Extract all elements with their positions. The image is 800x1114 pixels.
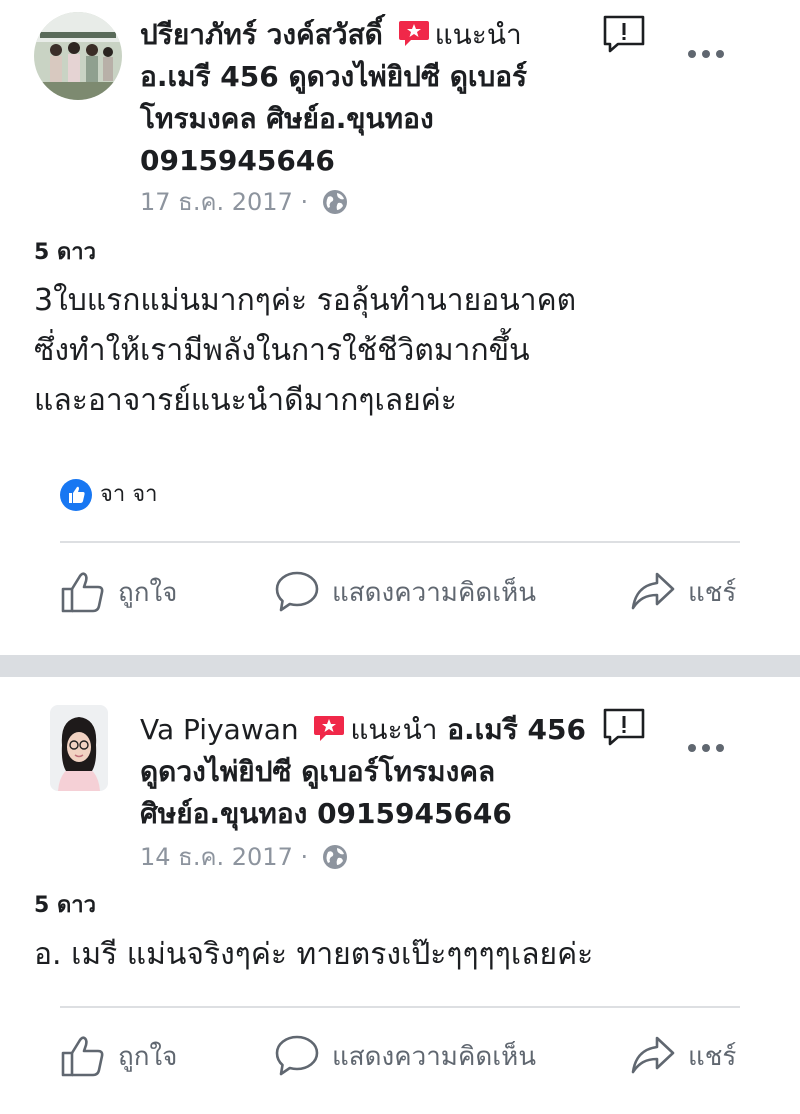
like-reaction-icon [60, 479, 92, 511]
author-name[interactable]: ปรียาภัทร์ วงค์สวัสดิ์ [140, 18, 383, 51]
comment-label: แสดงความคิดเห็น [332, 1041, 537, 1072]
rating-label: 5 ดาว [34, 893, 96, 918]
post-body: 3ใบแรกแม่นมากๆค่ะ รอลุ้นทำนายอนาคต ซึ่งท… [34, 276, 774, 426]
comment-label: แสดงความคิดเห็น [332, 577, 537, 608]
report-icon[interactable] [602, 14, 646, 54]
divider [60, 1006, 740, 1008]
author-name[interactable]: Va Piyawan [140, 713, 299, 746]
post-separator [0, 655, 800, 677]
post-date[interactable]: 17 ธ.ค. 2017 · [140, 182, 348, 221]
rating-label: 5 ดาว [34, 240, 96, 265]
author-avatar[interactable] [34, 12, 122, 100]
date-text[interactable]: 14 ธ.ค. 2017 · [140, 843, 308, 871]
more-icon[interactable] [684, 740, 728, 756]
page-name-line[interactable]: โทรมงคล ศิษย์อ.ขุนทอง [140, 102, 434, 135]
share-icon [631, 572, 675, 610]
share-button[interactable]: แชร์ [630, 1034, 736, 1078]
page-name-line[interactable]: ศิษย์อ.ขุนทอง 0915945646 [140, 797, 512, 830]
share-label: แชร์ [688, 1041, 737, 1072]
recommend-badge-icon [314, 716, 345, 741]
comment-icon [275, 571, 319, 612]
recommend-label: แนะนำ [350, 713, 438, 746]
comment-button[interactable]: แสดงความคิดเห็น [274, 570, 536, 614]
post-body: อ. เมรี แม่นจริงๆค่ะ ทายตรงเป๊ะๆๆๆๆเลยค่… [34, 930, 774, 980]
like-icon [61, 572, 104, 613]
share-label: แชร์ [688, 577, 737, 608]
body-line: และอาจารย์แนะนำดีมากๆเลยค่ะ [34, 383, 457, 418]
body-line: 3ใบแรกแม่นมากๆค่ะ รอลุ้นทำนายอนาคต [34, 283, 577, 318]
like-button[interactable]: ถูกใจ [60, 1034, 177, 1078]
recommend-label: แนะนำ [434, 18, 522, 51]
share-button[interactable]: แชร์ [630, 570, 736, 614]
more-icon[interactable] [684, 46, 728, 62]
report-icon[interactable] [602, 707, 646, 747]
recommend-badge-icon [398, 21, 429, 46]
comment-icon [275, 1035, 319, 1076]
page-name-line[interactable]: อ.เมรี 456 [447, 713, 586, 746]
post-header: Va Piyawan แนะนำ อ.เมรี 456 ดูดวงไพ่ยิปซ… [140, 709, 600, 835]
globe-icon [322, 190, 347, 214]
globe-icon [322, 845, 347, 869]
reactions-summary[interactable]: จา จา [60, 476, 157, 511]
comment-button[interactable]: แสดงความคิดเห็น [274, 1034, 536, 1078]
reactor-name[interactable]: จา จา [100, 482, 157, 507]
page-name-line[interactable]: อ.เมรี 456 ดูดวงไพ่ยิปซี ดูเบอร์ [140, 60, 527, 93]
like-button[interactable]: ถูกใจ [60, 570, 177, 614]
review-post: Va Piyawan แนะนำ อ.เมรี 456 ดูดวงไพ่ยิปซ… [0, 677, 800, 1114]
post-header: ปรียาภัทร์ วงค์สวัสดิ์ แนะนำ อ.เมรี 456 … [140, 14, 600, 182]
author-avatar[interactable] [50, 705, 108, 791]
divider [60, 541, 740, 543]
like-label: ถูกใจ [118, 577, 178, 608]
page-name-line[interactable]: 0915945646 [140, 144, 335, 177]
review-post: ปรียาภัทร์ วงค์สวัสดิ์ แนะนำ อ.เมรี 456 … [0, 0, 800, 655]
like-label: ถูกใจ [118, 1041, 178, 1072]
post-date[interactable]: 14 ธ.ค. 2017 · [140, 837, 348, 876]
body-line: อ. เมรี แม่นจริงๆค่ะ ทายตรงเป๊ะๆๆๆๆเลยค่… [34, 937, 594, 972]
body-line: ซึ่งทำให้เรามีพลังในการใช้ชีวิตมากขึ้น [34, 333, 530, 368]
page-name-line[interactable]: ดูดวงไพ่ยิปซี ดูเบอร์โทรมงคล [140, 755, 495, 788]
date-text[interactable]: 17 ธ.ค. 2017 · [140, 188, 308, 216]
share-icon [631, 1036, 675, 1074]
like-icon [61, 1036, 104, 1077]
